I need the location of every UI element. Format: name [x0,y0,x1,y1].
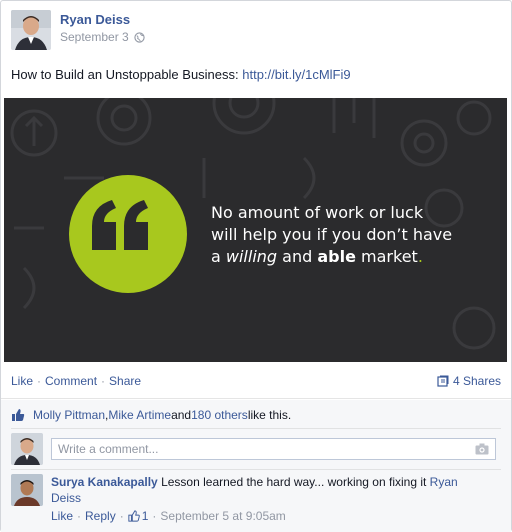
comment-text: Lesson learned the hard way... working o… [157,475,430,489]
post-date[interactable]: September 3 [60,28,129,46]
likes-suffix: like this. [247,408,292,422]
feedback-section: Molly Pittman, Mike Artime and 180 other… [1,400,511,532]
action-separator: · [101,373,106,388]
post-header: Ryan Deiss September 3 [11,10,145,50]
post-message-link[interactable]: http://bit.ly/1cMlFi9 [242,67,350,82]
comment-reply-link[interactable]: Reply [85,508,116,524]
divider [11,469,501,470]
thumbs-up-icon [128,510,140,522]
post-header-text: Ryan Deiss September 3 [60,12,145,50]
quote-word-willing: willing [225,247,278,266]
comment-link[interactable]: Comment [45,374,97,388]
globe-icon[interactable] [134,31,145,43]
quote-word-able: able [317,247,356,266]
quote-line-1: No amount of work or luck [211,203,424,222]
post-message-text: How to Build an Unstoppable Business: [11,67,243,82]
post-message: How to Build an Unstoppable Business: ht… [11,67,351,82]
thumbs-up-icon [12,409,25,421]
camera-icon[interactable] [475,443,489,455]
comment-input[interactable]: Write a comment... [51,438,496,460]
meta-separator: · [77,509,82,523]
divider [11,428,501,429]
quote-period: . [417,247,423,266]
likes-summary: Molly Pittman, Mike Artime and 180 other… [11,408,291,422]
post-date-row: September 3 [60,28,145,46]
quote-line-3-market: market [355,247,418,266]
comment-like-link[interactable]: Like [51,508,73,524]
comment-text-block: Surya Kanakapally Lesson learned the har… [51,474,491,506]
comment-input-placeholder: Write a comment... [58,442,159,456]
likes-and: and [171,408,192,422]
shares-count: 4 Shares [452,373,501,388]
quote-line-3-start: a [211,247,226,266]
comment-body: Surya Kanakapally Lesson learned the har… [51,474,491,524]
quote-line-3-and: and [277,247,318,266]
quote-line-2: will help you if you don’t have [211,225,453,244]
comment-like-count[interactable]: 1 [142,508,149,524]
meta-separator: · [119,509,124,523]
post-image[interactable]: No amount of work or luck will help you … [4,98,507,362]
action-separator: · [37,373,42,388]
post-actions-bar: Like · Comment · Share 4 Shares [1,363,511,399]
comment-meta: Like · Reply · 1 · September 5 at 9:05am [51,508,491,524]
liker-molly-pittman[interactable]: Molly Pittman [33,408,105,422]
shares-count-link[interactable]: 4 Shares [437,374,501,388]
meta-separator: · [152,509,157,523]
comment-author[interactable]: Surya Kanakapally [51,475,158,489]
comment-item: Surya Kanakapally Lesson learned the har… [11,474,491,524]
commenter-avatar[interactable] [11,474,43,506]
share-icon [437,375,449,387]
like-link[interactable]: Like [11,374,33,388]
quote-text: No amount of work or luck will help you … [211,202,452,268]
quote-line-3: a willing and able market. [211,246,452,268]
feed-post: Ryan Deiss September 3 How to Build an U… [0,0,512,532]
comment-timestamp[interactable]: September 5 at 9:05am [160,508,285,524]
post-author[interactable]: Ryan Deiss [60,12,145,28]
share-link[interactable]: Share [109,374,141,388]
author-avatar[interactable] [11,10,51,50]
viewer-avatar[interactable] [11,433,43,465]
comment-composer: Write a comment... [11,433,496,465]
likes-others-link[interactable]: 180 others [191,408,248,422]
liker-mike-artime[interactable]: Mike Artime [108,408,171,422]
